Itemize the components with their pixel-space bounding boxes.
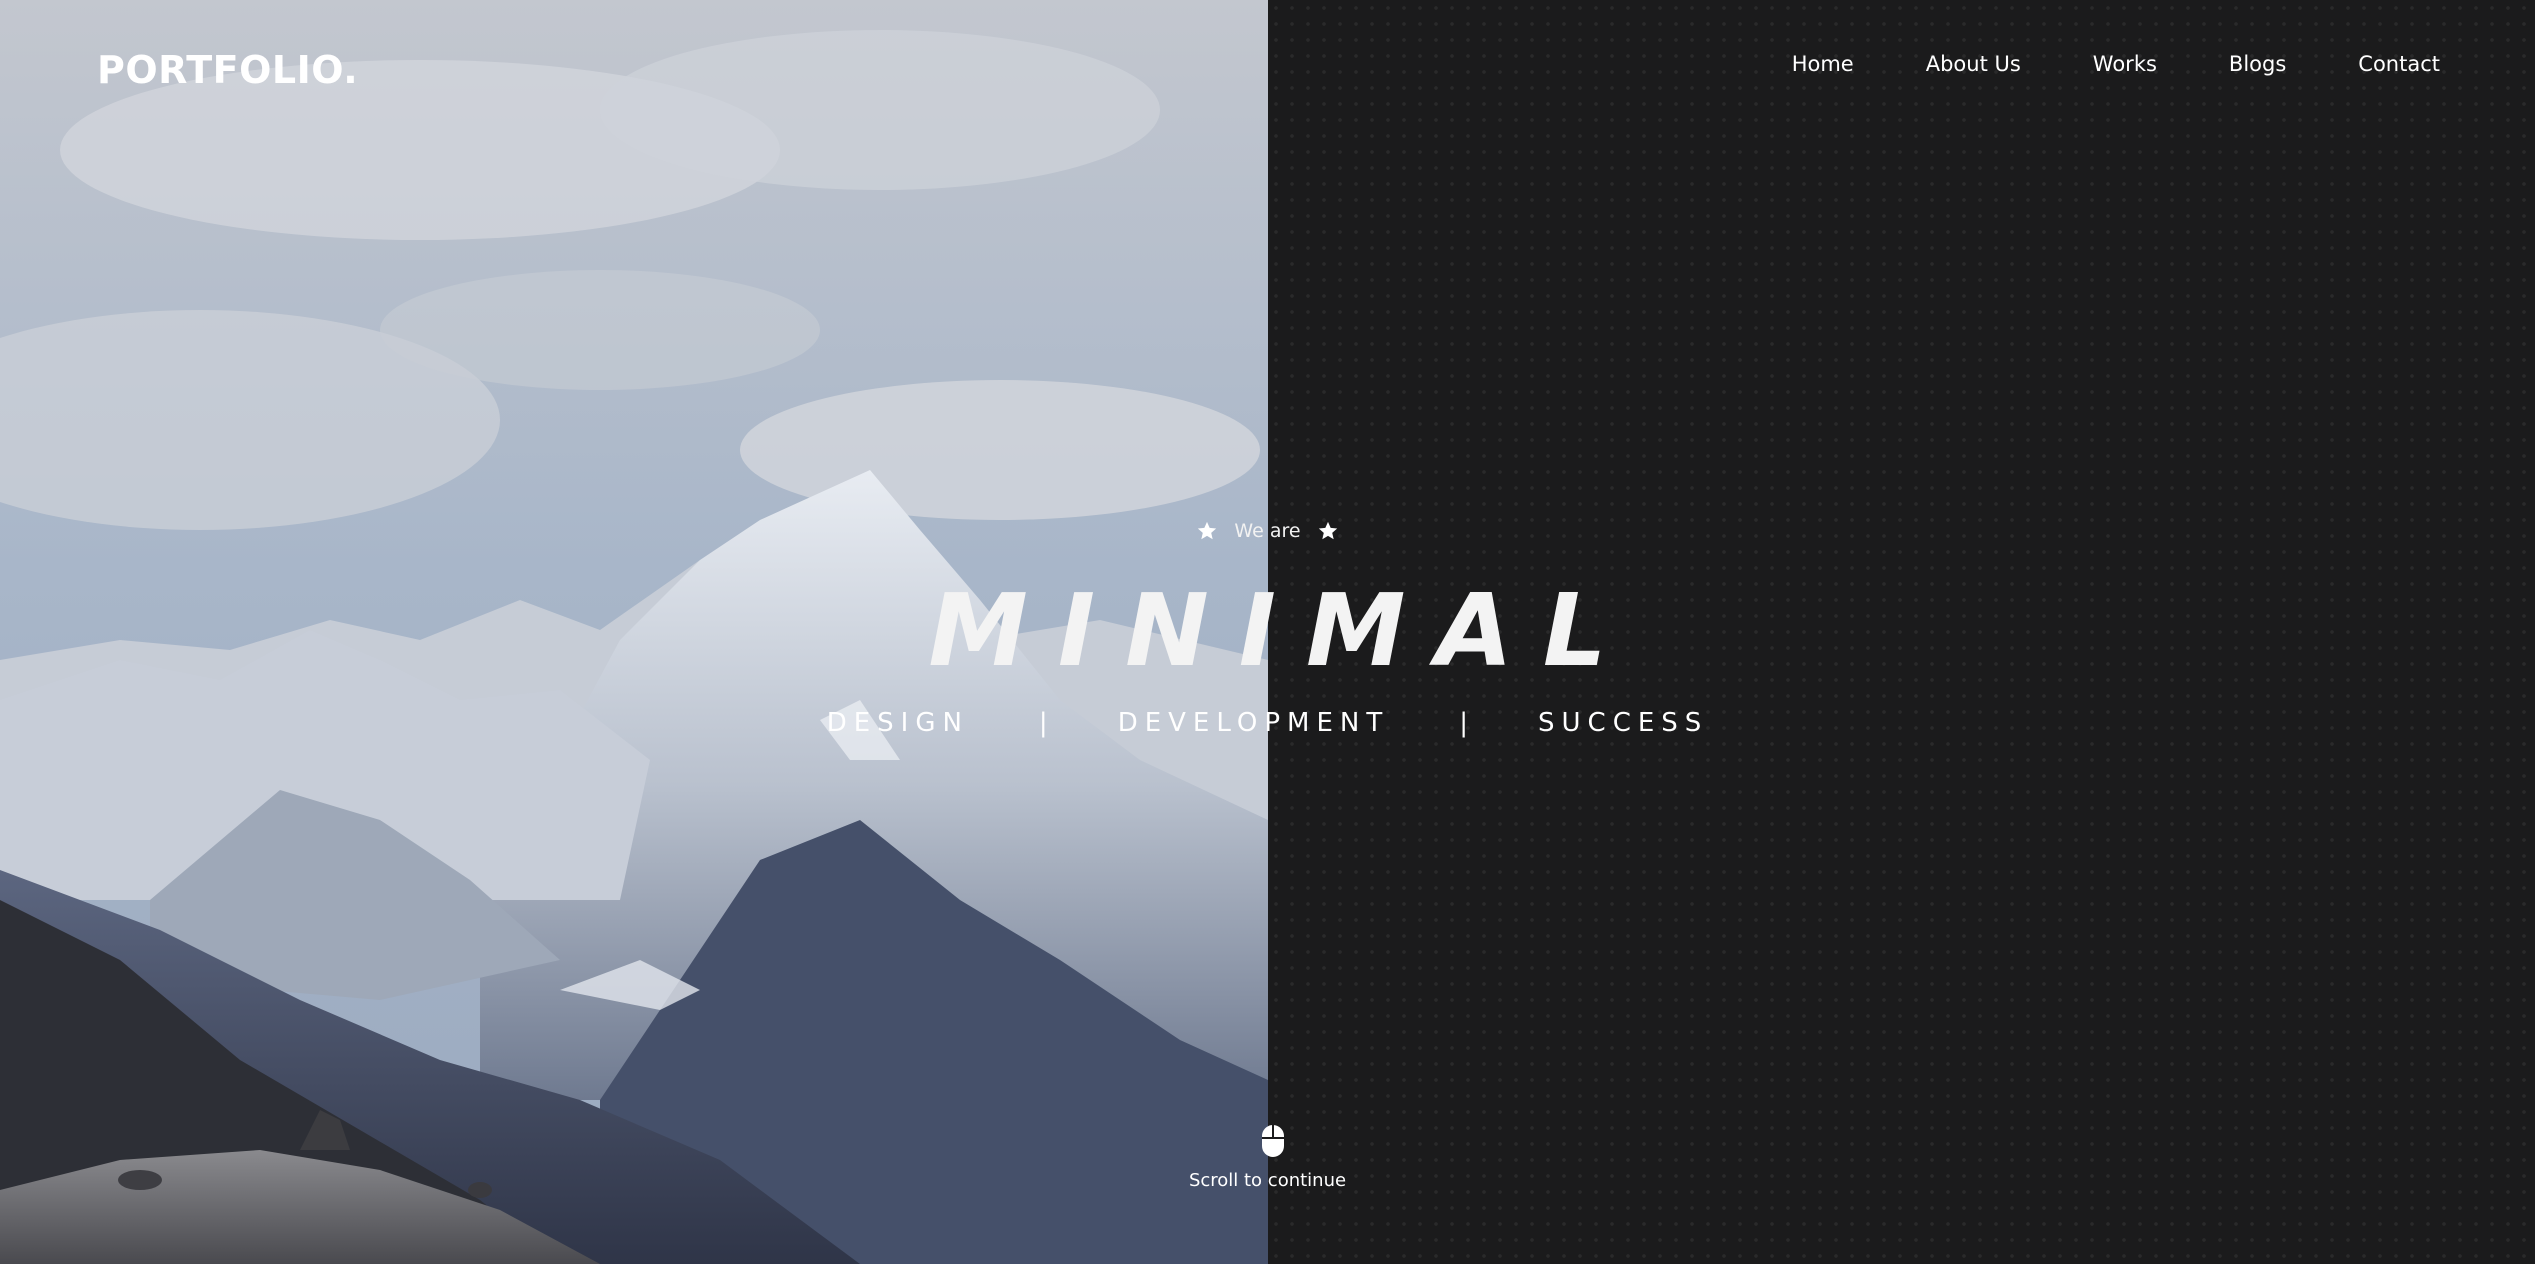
tagline-success: SUCCESS <box>1538 708 1709 738</box>
nav-home[interactable]: Home <box>1792 52 1854 76</box>
star-icon <box>1318 521 1337 540</box>
star-icon <box>1198 521 1217 540</box>
scroll-label: Scroll to continue <box>1188 1170 1347 1191</box>
hero-intro: We are <box>0 520 2535 542</box>
tagline-design: DESIGN <box>826 708 969 738</box>
hero-title: MINIMAL <box>928 572 1637 689</box>
nav-works[interactable]: Works <box>2093 52 2157 76</box>
logo[interactable]: PORTFOLIO. <box>97 48 358 92</box>
nav-contact[interactable]: Contact <box>2358 52 2440 76</box>
tagline-development: DEVELOPMENT <box>1117 708 1390 738</box>
hero-tagline: DESIGN | DEVELOPMENT | SUCCESS <box>0 708 2535 738</box>
mouse-icon[interactable] <box>1261 1124 1285 1158</box>
nav-blogs[interactable]: Blogs <box>2229 52 2286 76</box>
nav-about-us[interactable]: About Us <box>1926 52 2021 76</box>
hero-intro-text: We are <box>1234 520 1301 542</box>
main-nav: Home About Us Works Blogs Contact <box>1792 52 2440 76</box>
scroll-hint[interactable]: Scroll to continue <box>0 1124 2535 1191</box>
tagline-separator: | <box>1038 708 1048 738</box>
tagline-separator: | <box>1459 708 1469 738</box>
